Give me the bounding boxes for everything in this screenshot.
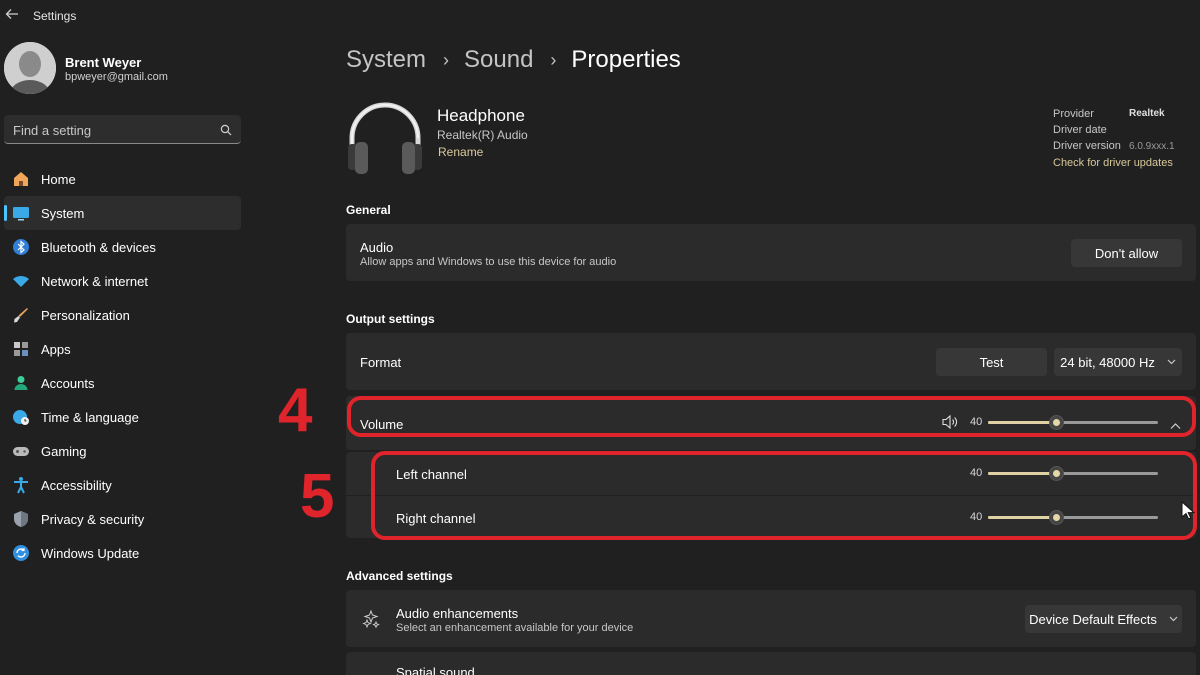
check-driver-updates-link[interactable]: Check for driver updates (1053, 157, 1173, 169)
spatial-sound-card[interactable]: Spatial sound (346, 652, 1196, 675)
chevron-down-icon (1167, 357, 1176, 368)
person-icon (11, 373, 31, 393)
sidebar-item-label: Network & internet (41, 273, 148, 289)
gamepad-icon (11, 441, 31, 461)
sidebar-item-time-language[interactable]: Time & language (4, 400, 241, 434)
enhancements-title: Audio enhancements (396, 606, 519, 621)
format-card: Format Test 24 bit, 48000 Hz (346, 333, 1196, 390)
app-title: Settings (33, 9, 77, 23)
spatial-sound-title: Spatial sound (396, 665, 475, 675)
chevron-right-icon: › (550, 49, 557, 70)
wifi-icon (11, 271, 31, 291)
back-arrow-icon[interactable] (4, 7, 20, 25)
sidebar-item-label: Accounts (41, 375, 95, 391)
sidebar-nav: Home System Bluetooth & devices Network … (4, 162, 241, 570)
section-advanced: Advanced settings (346, 569, 453, 583)
annotation-box-volume (347, 396, 1196, 437)
sidebar-item-system[interactable]: System (4, 196, 241, 230)
sidebar-item-label: Apps (41, 341, 71, 357)
sidebar-item-label: Home (41, 171, 76, 187)
sidebar-item-home[interactable]: Home (4, 162, 241, 196)
search-icon[interactable] (220, 123, 232, 136)
provider-value: Realtek (1129, 108, 1165, 119)
user-name: Brent Weyer (65, 55, 142, 70)
enhancements-value: Device Default Effects (1029, 611, 1157, 627)
sidebar-item-accounts[interactable]: Accounts (4, 366, 241, 400)
sidebar-item-apps[interactable]: Apps (4, 332, 241, 366)
brush-icon (11, 305, 31, 325)
system-icon (11, 203, 31, 223)
enhancements-select[interactable]: Device Default Effects (1025, 605, 1182, 633)
test-button[interactable]: Test (936, 348, 1047, 376)
device-name: Headphone (437, 106, 525, 125)
breadcrumb-sound[interactable]: Sound (464, 46, 533, 74)
sidebar-item-accessibility[interactable]: Accessibility (4, 468, 241, 502)
selection-indicator (4, 205, 7, 221)
driver-date-label: Driver date (1053, 124, 1107, 136)
sidebar-item-label: Bluetooth & devices (41, 239, 156, 255)
sidebar-item-windows-update[interactable]: Windows Update (4, 536, 241, 570)
driver-version-value: 6.0.9xxx.1 (1129, 141, 1175, 152)
audio-subtitle: Allow apps and Windows to use this devic… (360, 256, 617, 268)
device-subtitle: Realtek(R) Audio (437, 128, 528, 142)
driver-version-label: Driver version (1053, 140, 1121, 152)
audio-title: Audio (360, 240, 394, 255)
mouse-cursor-icon (1181, 500, 1196, 521)
rename-link[interactable]: Rename (438, 145, 483, 159)
section-general: General (346, 203, 391, 217)
accessibility-icon (11, 475, 31, 495)
apps-icon (11, 339, 31, 359)
annotation-number-5: 5 (300, 462, 335, 531)
update-icon (11, 543, 31, 563)
dont-allow-label: Don't allow (1094, 245, 1159, 261)
test-label: Test (979, 354, 1004, 370)
format-value: 24 bit, 48000 Hz (1060, 354, 1155, 370)
sidebar-item-gaming[interactable]: Gaming (4, 434, 241, 468)
sidebar-item-label: Privacy & security (41, 511, 145, 527)
provider-label: Provider (1053, 108, 1094, 120)
chevron-right-icon: › (443, 49, 450, 70)
format-select[interactable]: 24 bit, 48000 Hz (1054, 348, 1182, 376)
bluetooth-icon (11, 237, 31, 257)
dont-allow-button[interactable]: Don't allow (1071, 239, 1182, 267)
search-input[interactable]: Find a setting (4, 115, 241, 144)
breadcrumb-system[interactable]: System (346, 46, 426, 74)
avatar[interactable] (4, 42, 56, 94)
sidebar-item-personalization[interactable]: Personalization (4, 298, 241, 332)
enhancements-icon (362, 609, 380, 629)
format-label: Format (360, 355, 402, 370)
sidebar-item-privacy[interactable]: Privacy & security (4, 502, 241, 536)
headphone-icon (344, 98, 426, 180)
annotation-box-channels (371, 451, 1197, 540)
sidebar-item-label: System (41, 205, 85, 221)
search-placeholder: Find a setting (13, 123, 92, 138)
sidebar-item-label: Personalization (41, 307, 130, 323)
page-title: Properties (571, 46, 681, 73)
home-icon (11, 169, 31, 189)
sidebar-item-bluetooth[interactable]: Bluetooth & devices (4, 230, 241, 264)
annotation-number-4: 4 (278, 376, 313, 445)
section-output: Output settings (346, 312, 435, 326)
sidebar-item-label: Accessibility (41, 477, 112, 493)
audio-enhancements-card: Audio enhancements Select an enhancement… (346, 590, 1196, 647)
globe-clock-icon (11, 407, 31, 427)
audio-card: Audio Allow apps and Windows to use this… (346, 224, 1196, 281)
sidebar-item-network[interactable]: Network & internet (4, 264, 241, 298)
shield-icon (11, 509, 31, 529)
enhancements-subtitle: Select an enhancement available for your… (396, 622, 634, 634)
breadcrumb: System › Sound › Properties (346, 43, 681, 77)
sidebar-item-label: Gaming (41, 443, 87, 459)
user-email: bpweyer@gmail.com (65, 71, 168, 83)
sidebar-item-label: Windows Update (41, 545, 140, 561)
chevron-down-icon (1169, 614, 1178, 625)
sidebar-item-label: Time & language (41, 409, 139, 425)
